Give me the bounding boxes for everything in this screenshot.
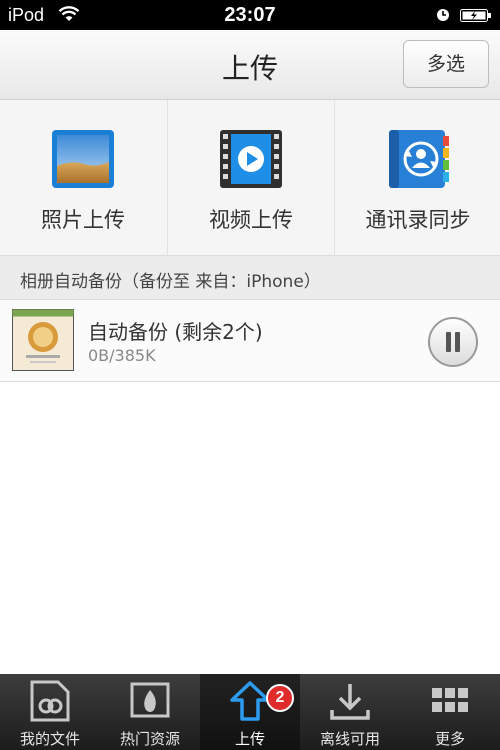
video-upload-label: 视频上传 [209, 208, 293, 232]
video-upload-button[interactable]: 视频上传 [167, 100, 334, 256]
video-icon [220, 130, 282, 188]
battery-icon [460, 9, 491, 22]
contacts-sync-label: 通讯录同步 [365, 208, 471, 232]
multi-select-button[interactable]: 多选 [403, 40, 489, 88]
tab-label: 离线可用 [319, 730, 380, 748]
upload-actions: 照片上传 视频上传 通讯录同步 [0, 100, 500, 256]
status-time: 23:07 [224, 4, 276, 26]
hot-resources-icon [130, 682, 170, 718]
list-item[interactable]: 自动备份 (剩余2个) 0B/385K [0, 300, 500, 382]
tab-offline[interactable]: 离线可用 [300, 674, 400, 750]
photo-upload-button[interactable]: 照片上传 [0, 100, 166, 256]
contacts-sync-button[interactable]: 通讯录同步 [334, 100, 500, 256]
photo-upload-label: 照片上传 [41, 208, 125, 232]
thumbnail-image [12, 309, 74, 371]
more-icon [432, 688, 468, 712]
upload-count-badge: 2 [266, 684, 294, 712]
tab-label: 上传 [234, 730, 265, 748]
status-bar: iPod 23:07 [0, 0, 500, 30]
tab-hot-resources[interactable]: 热门资源 [100, 674, 200, 750]
pause-icon[interactable] [427, 316, 479, 368]
contacts-sync-icon [389, 130, 449, 188]
upload-item-title: 自动备份 (剩余2个) [88, 320, 263, 344]
tab-more[interactable]: 更多 [400, 674, 500, 750]
alarm-clock-icon [437, 9, 449, 21]
offline-icon [330, 684, 370, 720]
tab-label: 更多 [434, 730, 465, 748]
my-files-icon [30, 680, 70, 722]
tab-label: 热门资源 [119, 730, 180, 748]
section-header-text: 相册自动备份（备份至 来自：iPhone） [20, 272, 321, 292]
tab-bar: 我的文件 热门资源 2 上传 离线可用 更多 [0, 674, 500, 750]
tab-my-files[interactable]: 我的文件 [0, 674, 100, 750]
auto-backup-section-header: 相册自动备份（备份至 来自：iPhone） [0, 256, 500, 300]
tab-upload[interactable]: 2 上传 [200, 674, 300, 750]
nav-bar: 上传 多选 [0, 30, 500, 100]
upload-progress-text: 0B/385K [88, 346, 156, 365]
tab-label: 我的文件 [19, 730, 80, 748]
photo-icon [52, 130, 114, 188]
